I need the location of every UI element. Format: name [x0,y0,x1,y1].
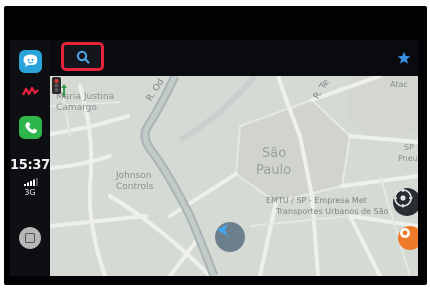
phone-icon [24,121,37,133]
map-label-johnson: Johnson [116,171,152,181]
music-icon [21,86,39,95]
map-label-camargo: Camargo [56,103,97,113]
waze-top-bar [50,40,418,76]
map-label-sp: SP [404,143,414,152]
status-clock: 15:37 [10,158,50,173]
map-label-paulo: Paulo [256,163,292,178]
traffic-light-icon[interactable] [50,76,72,98]
report-button[interactable] [398,226,418,250]
waze-icon [23,54,38,67]
star-icon [397,51,411,64]
map-label-atac: Atac [390,80,408,89]
search-icon [76,50,90,64]
home-icon [25,233,35,243]
phone-app-button[interactable] [19,116,42,139]
navigation-arrow-icon [217,224,228,236]
map-label-emtu-line1: EMTU / SP - Empresa Met [266,196,367,205]
current-location-marker [215,222,245,252]
carplay-sidebar: 15:37 3G [10,40,50,276]
signal-strength-icon [24,178,38,186]
map-label-emtu-line2: Transportes Urbanos de São [276,207,389,216]
compass-icon [393,188,413,208]
home-button[interactable] [19,227,41,249]
recenter-button[interactable] [393,188,418,216]
report-icon [400,228,410,238]
music-app-button[interactable] [19,80,42,103]
search-button[interactable] [61,42,104,71]
map-label-sao: São [262,146,287,161]
waze-app-button[interactable] [19,50,42,73]
favorites-button[interactable] [396,50,412,66]
navigation-map[interactable]: Maria Justina Camargo R. Od R. Te Atac S… [50,76,418,276]
map-label-pneum: Pneum [398,154,418,163]
network-type: 3G [24,188,36,197]
map-label-controls: Controls [116,182,154,192]
